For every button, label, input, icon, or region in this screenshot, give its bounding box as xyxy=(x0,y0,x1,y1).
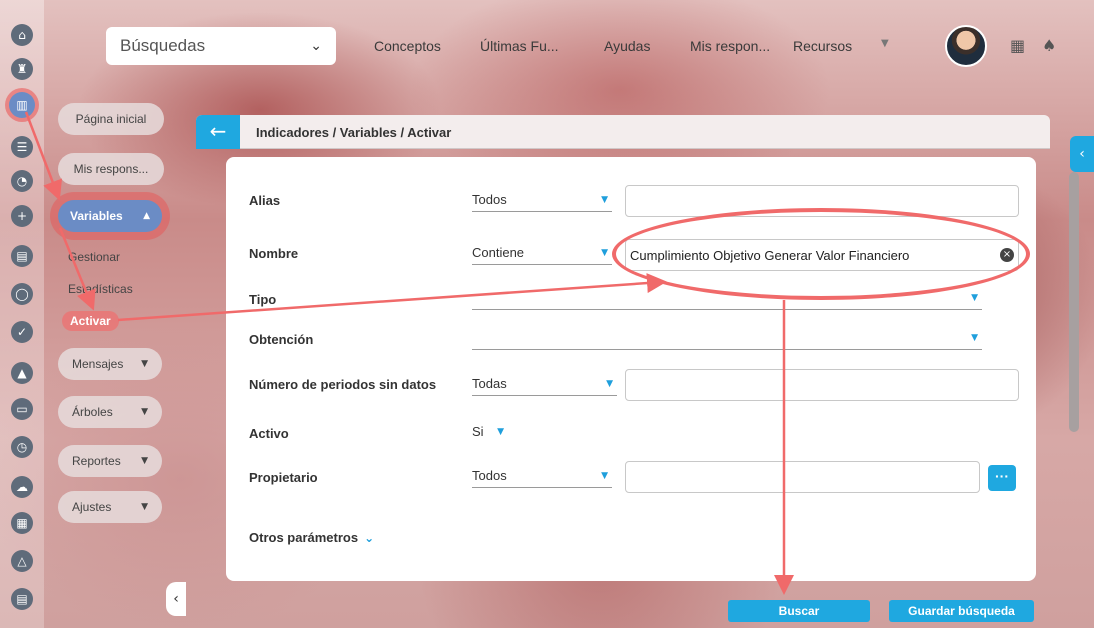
caret-down-icon: ▼ xyxy=(141,456,148,466)
cloud-icon[interactable]: ☁ xyxy=(11,476,33,498)
search-label: Búsquedas xyxy=(120,36,206,55)
select-value: Todos xyxy=(472,468,507,483)
menu-label: Mis respons... xyxy=(73,162,149,176)
back-arrow-icon[interactable]: ← xyxy=(196,115,240,149)
alias-label: Alias xyxy=(249,193,281,208)
caret-down-icon: ▼ xyxy=(601,248,608,258)
propietario-operator-select[interactable]: Todos ▼ xyxy=(472,466,612,488)
periodos-operator-select[interactable]: Todas ▼ xyxy=(472,374,617,396)
caret-down-icon: ▼ xyxy=(141,407,148,417)
propietario-label: Propietario xyxy=(249,470,318,485)
select-value: Todas xyxy=(472,376,507,391)
avatar[interactable] xyxy=(945,25,987,67)
menu-mis-respons[interactable]: Mis respons... xyxy=(58,153,164,185)
caret-down-icon: ▼ xyxy=(141,502,148,512)
collapse-menu-button[interactable]: ‹ xyxy=(166,582,186,616)
chevron-down-icon: ⌄ xyxy=(364,531,375,545)
menu-mensajes[interactable]: Mensajes ▼ xyxy=(58,348,162,380)
breadcrumb: Indicadores / Variables / Activar xyxy=(256,125,452,140)
nav-mis-respon[interactable]: Mis respon... xyxy=(690,38,770,54)
calendar-icon[interactable]: ▦ xyxy=(1010,36,1025,55)
periodos-label: Número de periodos sin datos xyxy=(249,377,437,392)
pie-icon[interactable]: ◔ xyxy=(11,170,33,192)
menu-ajustes[interactable]: Ajustes ▼ xyxy=(58,491,162,523)
nav-ayudas[interactable]: Ayudas xyxy=(604,38,650,54)
network-icon[interactable]: △ xyxy=(11,550,33,572)
menu-variables[interactable]: Variables ▲ xyxy=(58,200,162,232)
warning-icon[interactable]: ▲ xyxy=(11,362,33,384)
tower-icon[interactable]: ♜ xyxy=(11,58,33,80)
menu-label: Árboles xyxy=(72,405,113,419)
submenu-activar[interactable]: Activar xyxy=(62,311,119,331)
plus-icon[interactable]: + xyxy=(11,205,33,227)
chevron-down-icon: ⌄ xyxy=(310,38,322,54)
expand-right-panel-button[interactable]: ‹ xyxy=(1070,136,1094,172)
menu-reportes[interactable]: Reportes ▼ xyxy=(58,445,162,477)
obtencion-select[interactable]: ▼ xyxy=(472,328,982,350)
caret-down-icon: ▼ xyxy=(971,333,978,343)
menu-label: Reportes xyxy=(72,454,121,468)
tipo-label: Tipo xyxy=(249,292,277,307)
submenu-estadisticas[interactable]: Estadísticas xyxy=(68,282,133,296)
caret-down-icon: ▼ xyxy=(971,293,978,303)
nav-ultimas[interactable]: Últimas Fu... xyxy=(480,38,559,54)
otros-label: Otros parámetros xyxy=(249,530,359,545)
activo-label: Activo xyxy=(249,426,289,441)
icon-rail: ⌂ ♜ ▥ ☰ ◔ + ▤ ◯ ✓ ▲ ▭ ◷ ☁ ▦ △ ▤ xyxy=(0,0,44,628)
menu-pagina-inicial[interactable]: Página inicial xyxy=(58,103,164,135)
clock-icon[interactable]: ◷ xyxy=(11,436,33,458)
nav-recursos[interactable]: Recursos xyxy=(793,38,852,54)
select-value: Todos xyxy=(472,192,507,207)
menu-icon[interactable]: ☰ xyxy=(11,136,33,158)
circle-icon[interactable]: ◯ xyxy=(11,283,33,305)
otros-parametros-toggle[interactable]: Otros parámetros ⌄ xyxy=(249,530,374,545)
menu-label: Página inicial xyxy=(75,112,147,126)
obtencion-label: Obtención xyxy=(249,332,314,347)
calendar-icon[interactable]: ▦ xyxy=(11,512,33,534)
list-icon[interactable]: ▤ xyxy=(11,588,33,610)
search-dropdown[interactable]: Búsquedas ⌄ xyxy=(106,27,336,65)
buscar-button[interactable]: Buscar xyxy=(728,600,870,622)
propietario-more-button[interactable]: ··· xyxy=(988,465,1016,491)
nav-more-caret-icon[interactable]: ▼ xyxy=(881,38,889,49)
nombre-operator-select[interactable]: Contiene ▼ xyxy=(472,243,612,265)
caret-down-icon: ▼ xyxy=(141,359,148,369)
caret-down-icon: ▼ xyxy=(497,427,504,437)
caret-down-icon: ▼ xyxy=(606,379,613,389)
select-value: Contiene xyxy=(472,245,525,260)
propietario-input[interactable] xyxy=(625,461,980,493)
nav-conceptos[interactable]: Conceptos xyxy=(374,38,441,54)
home-icon[interactable]: ⌂ xyxy=(11,24,33,46)
screen-icon[interactable]: ▭ xyxy=(11,398,33,420)
periodos-input[interactable] xyxy=(625,369,1019,401)
caret-down-icon: ▼ xyxy=(601,471,608,481)
scrollbar[interactable] xyxy=(1069,172,1079,432)
caret-up-icon: ▲ xyxy=(143,211,150,221)
chart-icon[interactable]: ▥ xyxy=(9,92,35,118)
activo-select[interactable]: Si ▼ xyxy=(472,422,508,444)
menu-label: Ajustes xyxy=(72,500,112,514)
check-icon[interactable]: ✓ xyxy=(11,321,33,343)
nombre-label: Nombre xyxy=(249,246,299,261)
annotation-ellipse xyxy=(612,208,1030,300)
caret-down-icon: ▼ xyxy=(601,195,608,205)
doc-icon[interactable]: ▤ xyxy=(11,245,33,267)
menu-label: Mensajes xyxy=(72,357,124,371)
menu-label: Variables xyxy=(70,209,123,223)
guardar-busqueda-button[interactable]: Guardar búsqueda xyxy=(889,600,1034,622)
select-value: Si xyxy=(472,424,484,439)
alias-operator-select[interactable]: Todos ▼ xyxy=(472,190,612,212)
submenu-gestionar[interactable]: Gestionar xyxy=(68,250,120,264)
bell-icon[interactable]: ♠ xyxy=(1042,36,1056,55)
menu-arboles[interactable]: Árboles ▼ xyxy=(58,396,162,428)
